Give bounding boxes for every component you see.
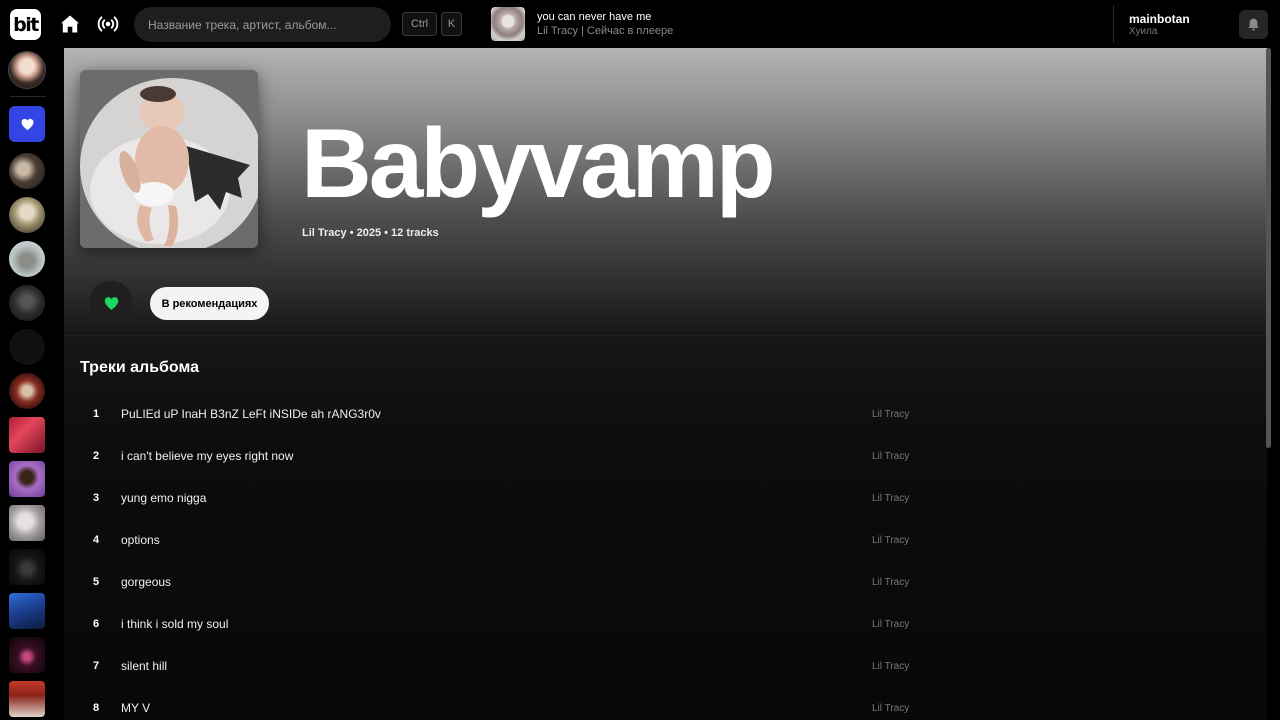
track-artist[interactable]: Lil Tracy xyxy=(872,619,909,630)
scrollbar[interactable] xyxy=(1266,48,1271,448)
recommendations-button[interactable]: В рекомендациях xyxy=(150,287,269,320)
track-number: 2 xyxy=(92,450,100,462)
track-row[interactable]: 4 options Lil Tracy xyxy=(80,518,920,560)
top-bar: bit Ctrl K you can never have me Lil Tra… xyxy=(0,0,1280,48)
album-cover xyxy=(80,70,258,248)
divider xyxy=(64,335,1267,336)
app-logo[interactable]: bit xyxy=(10,9,41,40)
user-name[interactable]: mainbotan xyxy=(1129,12,1190,26)
sidebar-item-album[interactable] xyxy=(9,505,45,541)
now-playing-cover[interactable] xyxy=(491,7,525,41)
track-row[interactable]: 1 PuLIEd uP InaH B3nZ LeFt iNSIDe ah rAN… xyxy=(80,392,920,434)
track-row[interactable]: 6 i think i sold my soul Lil Tracy xyxy=(80,602,920,644)
divider xyxy=(1113,5,1114,43)
search-input[interactable] xyxy=(134,7,391,42)
sidebar-item-artist[interactable] xyxy=(9,241,45,277)
track-number: 3 xyxy=(92,492,100,504)
notifications-button[interactable] xyxy=(1239,10,1268,39)
sidebar-item-album[interactable] xyxy=(9,417,45,453)
heart-icon xyxy=(21,118,33,130)
avatar[interactable] xyxy=(8,51,46,89)
home-icon[interactable] xyxy=(58,12,82,36)
track-artist[interactable]: Lil Tracy xyxy=(872,451,909,462)
shortcut-key-ctrl: Ctrl xyxy=(402,12,437,36)
track-artist[interactable]: Lil Tracy xyxy=(872,703,909,714)
sidebar-item-album[interactable] xyxy=(9,461,45,497)
track-artist[interactable]: Lil Tracy xyxy=(872,577,909,588)
like-button[interactable] xyxy=(89,281,133,325)
track-title[interactable]: silent hill xyxy=(121,659,167,673)
album-title: Babyvamp xyxy=(301,108,776,218)
bell-icon xyxy=(1248,18,1259,31)
track-title[interactable]: yung emo nigga xyxy=(121,491,206,505)
sidebar-item-artist[interactable] xyxy=(9,329,45,365)
track-artist[interactable]: Lil Tracy xyxy=(872,661,909,672)
track-artist[interactable]: Lil Tracy xyxy=(872,409,909,420)
track-number: 6 xyxy=(92,618,100,630)
now-playing-subtitle: Lil Tracy | Сейчас в плеере xyxy=(537,25,674,37)
album-page: Babyvamp Lil Tracy • 2025 • 12 tracks В … xyxy=(64,48,1267,720)
sidebar-item-album[interactable] xyxy=(9,593,45,629)
track-artist[interactable]: Lil Tracy xyxy=(872,535,909,546)
album-meta: Lil Tracy • 2025 • 12 tracks xyxy=(302,227,439,239)
shortcut-key-k: K xyxy=(441,12,462,36)
track-number: 8 xyxy=(92,702,100,714)
sidebar xyxy=(0,48,56,720)
user-status: Хуила xyxy=(1129,26,1158,37)
sidebar-item-artist[interactable] xyxy=(9,373,45,409)
sidebar-item-album[interactable] xyxy=(9,637,45,673)
track-title[interactable]: gorgeous xyxy=(121,575,171,589)
track-title[interactable]: i can't believe my eyes right now xyxy=(121,449,293,463)
sidebar-item-artist[interactable] xyxy=(9,197,45,233)
track-row[interactable]: 5 gorgeous Lil Tracy xyxy=(80,560,920,602)
sidebar-item-album[interactable] xyxy=(9,549,45,585)
track-title[interactable]: MY V xyxy=(121,701,150,715)
sidebar-item-artist[interactable] xyxy=(9,153,45,189)
now-playing-title[interactable]: you can never have me xyxy=(537,11,651,23)
track-row[interactable]: 2 i can't believe my eyes right now Lil … xyxy=(80,434,920,476)
track-title[interactable]: options xyxy=(121,533,160,547)
track-title[interactable]: i think i sold my soul xyxy=(121,617,228,631)
sidebar-item-artist[interactable] xyxy=(9,285,45,321)
track-row[interactable]: 8 MY V Lil Tracy xyxy=(80,686,920,720)
tracks-heading: Треки альбома xyxy=(80,359,199,376)
track-number: 7 xyxy=(92,660,100,672)
sidebar-item-album[interactable] xyxy=(9,681,45,717)
track-number: 1 xyxy=(92,408,100,420)
heart-icon xyxy=(104,296,118,310)
track-row[interactable]: 3 yung emo nigga Lil Tracy xyxy=(80,476,920,518)
album-cover-art xyxy=(80,70,258,248)
track-row[interactable]: 7 silent hill Lil Tracy xyxy=(80,644,920,686)
track-list: 1 PuLIEd uP InaH B3nZ LeFt iNSIDe ah rAN… xyxy=(80,392,920,720)
track-number: 4 xyxy=(92,534,100,546)
track-title[interactable]: PuLIEd uP InaH B3nZ LeFt iNSIDe ah rANG3… xyxy=(121,407,381,421)
sidebar-item-favorites[interactable] xyxy=(9,106,45,142)
radio-icon[interactable] xyxy=(96,12,120,36)
divider xyxy=(10,96,46,97)
track-artist[interactable]: Lil Tracy xyxy=(872,493,909,504)
track-number: 5 xyxy=(92,576,100,588)
